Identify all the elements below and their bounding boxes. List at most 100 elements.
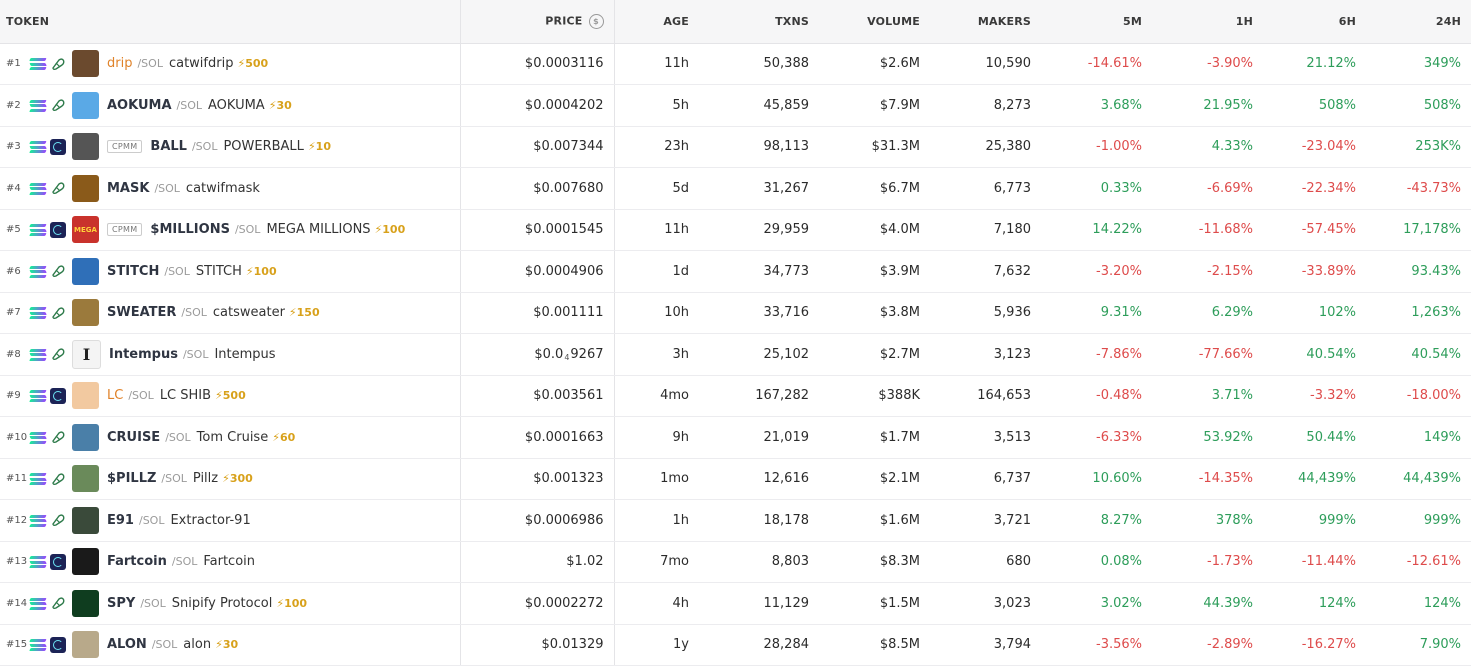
header-age[interactable]: AGE (614, 0, 699, 44)
header-volume[interactable]: VOLUME (819, 0, 930, 44)
price-value: $0.0006986 (524, 512, 604, 528)
pumpfun-dex-icon (50, 429, 66, 445)
change-5m-cell: 10.60% (1041, 458, 1152, 500)
rank-label: #12 (6, 514, 28, 526)
age-cell: 7mo (614, 541, 699, 583)
change-1h-cell: -77.66% (1152, 333, 1263, 376)
volume-cell: $2.1M (819, 458, 930, 500)
token-cell[interactable]: #2 AOKUMA/SOL AOKUMA 30 (0, 84, 461, 127)
token-symbol: $PILLZ (107, 471, 157, 487)
token-cell[interactable]: #3 CPMM BALL/SOL POWERBALL 10 (0, 126, 461, 168)
table-row[interactable]: #3 CPMM BALL/SOL POWERBALL 10 $0.007344 23h98,… (0, 126, 1471, 168)
table-row[interactable]: #9 LC/SOL LC SHIB500 $0.003561 4mo167,282$38… (0, 375, 1471, 417)
change-1h-cell: 378% (1152, 499, 1263, 542)
change-5m-cell: 3.68% (1041, 84, 1152, 127)
raydium-dex-icon (50, 221, 66, 238)
change-5m-cell: -1.00% (1041, 126, 1152, 168)
boost-badge: 100 (276, 597, 307, 610)
volume-cell: $2.7M (819, 333, 930, 376)
age-cell: 3h (614, 333, 699, 376)
rank-label: #14 (6, 597, 28, 609)
table-row[interactable]: #15 ALON/SOL alon30 $0.01329 1y28,284$8.5M3,… (0, 624, 1471, 666)
raydium-dex-icon (50, 387, 66, 404)
header-token[interactable]: TOKEN (0, 0, 461, 44)
quote-pair: /SOL (137, 57, 163, 71)
token-name: catwifmask (185, 180, 260, 196)
table-row[interactable]: #11 $PILLZ/SOL Pillz300 $0.001323 1mo12,616$… (0, 458, 1471, 500)
price-cell: $0.007680 (460, 167, 615, 210)
token-avatar: MEGA (72, 216, 99, 244)
volume-cell: $1.5M (819, 582, 930, 625)
boost-badge: 10 (308, 140, 331, 153)
makers-cell: 25,380 (930, 126, 1041, 168)
table-row[interactable]: #2 AOKUMA/SOL AOKUMA 30 $0.0004202 5h45,859$7… (0, 84, 1471, 127)
makers-cell: 164,653 (930, 375, 1041, 417)
header-24h[interactable]: 24H (1366, 0, 1471, 44)
token-name: LC SHIB (159, 388, 212, 404)
table-row[interactable]: #6 STITCH/SOL STITCH 100 $0.0004906 1d34,773$… (0, 250, 1471, 293)
currency-toggle-icon[interactable]: $ (588, 13, 604, 29)
header-1h[interactable]: 1H (1152, 0, 1263, 44)
makers-cell: 5,936 (930, 292, 1041, 334)
token-cell[interactable]: #15 ALON/SOL alon30 (0, 624, 461, 666)
token-cell[interactable]: #7 SWEATER/SOL catsweater 150 (0, 292, 461, 334)
txns-cell: 45,859 (699, 84, 819, 127)
token-avatar (72, 50, 99, 78)
price-cell: $0.003561 (460, 375, 615, 417)
change-6h-cell: 102% (1263, 292, 1366, 334)
token-avatar (72, 423, 99, 451)
pumpfun-dex-icon (50, 180, 66, 196)
token-cell[interactable]: #12 E91/SOL Extractor-91 (0, 499, 461, 542)
price-cell: $0.01329 (460, 624, 615, 666)
header-6h[interactable]: 6H (1263, 0, 1366, 44)
table-row[interactable]: #5 MEGA CPMM $MILLIONS/SOL MEGA MILLIONS 100 $… (0, 209, 1471, 251)
token-cell[interactable]: #6 STITCH/SOL STITCH 100 (0, 250, 461, 293)
token-cell[interactable]: #14 SPY/SOL Snipify Protocol100 (0, 582, 461, 625)
boost-badge: 30 (269, 99, 291, 112)
header-price[interactable]: PRICE $ (460, 0, 615, 44)
table-row[interactable]: #7 SWEATER/SOL catsweater 150 $0.001111 10h33… (0, 292, 1471, 334)
table-row[interactable]: #1 drip/SOL catwifdrip500 $0.0003116 11h50,3… (0, 43, 1471, 85)
makers-cell: 3,123 (930, 333, 1041, 376)
token-name: Tom Cruise (196, 429, 269, 445)
token-name: Extractor-91 (170, 512, 251, 528)
change-1h-cell: -3.90% (1152, 43, 1263, 85)
change-1h-cell: -6.69% (1152, 167, 1263, 210)
table-row[interactable]: #14 SPY/SOL Snipify Protocol100 $0.0002272 4… (0, 582, 1471, 625)
header-txns[interactable]: TXNS (699, 0, 819, 44)
table-row[interactable]: #12 E91/SOL Extractor-91 $0.0006986 1h 18,178… (0, 499, 1471, 542)
txns-cell: 50,388 (699, 43, 819, 85)
txns-cell: 21,019 (699, 416, 819, 459)
price-cell: $0.0002272 (460, 582, 615, 625)
header-5m[interactable]: 5M (1041, 0, 1152, 44)
volume-cell: $2.6M (819, 43, 930, 85)
token-cell[interactable]: #5 MEGA CPMM $MILLIONS/SOL MEGA MILLIONS 100 (0, 209, 461, 251)
change-5m-cell: 3.02% (1041, 582, 1152, 625)
change-24h-cell: -43.73% (1366, 167, 1471, 210)
table-row[interactable]: #13 Fartcoin/SOL Fartcoin $1.02 7mo 8,803 $8.3… (0, 541, 1471, 583)
table-row[interactable]: #4 MASK/SOL catwifmask $0.007680 5d 31,267 $6.… (0, 167, 1471, 210)
boost-badge: 500 (237, 57, 268, 70)
token-cell[interactable]: #8 I Intempus/SOL Intempus (0, 333, 461, 376)
makers-cell: 10,590 (930, 43, 1041, 85)
price-cell: $0.0004202 (460, 84, 615, 127)
header-makers[interactable]: MAKERS (930, 0, 1041, 44)
token-cell[interactable]: #13 Fartcoin/SOL Fartcoin (0, 541, 461, 583)
price-value: $0.001111 (533, 305, 604, 321)
price-cell: $0.0006986 (460, 499, 615, 542)
price-value: $0.0003116 (524, 56, 604, 72)
table-row[interactable]: #10 CRUISE/SOL Tom Cruise60 $0.0001663 9h21,… (0, 416, 1471, 459)
token-cell[interactable]: #1 drip/SOL catwifdrip500 (0, 43, 461, 85)
token-cell[interactable]: #11 $PILLZ/SOL Pillz300 (0, 458, 461, 500)
token-cell[interactable]: #9 LC/SOL LC SHIB500 (0, 375, 461, 417)
token-cell[interactable]: #4 MASK/SOL catwifmask (0, 167, 461, 210)
token-name: alon (183, 637, 212, 653)
raydium-dex-icon (50, 553, 66, 570)
token-symbol: $MILLIONS (150, 222, 230, 238)
table-row[interactable]: #8 I Intempus/SOL Intempus $0.049267 3h 25,102… (0, 333, 1471, 376)
makers-cell: 6,737 (930, 458, 1041, 500)
token-avatar (72, 133, 99, 161)
token-cell[interactable]: #10 CRUISE/SOL Tom Cruise60 (0, 416, 461, 459)
price-cell: $0.0001663 (460, 416, 615, 459)
boost-badge: 500 (215, 389, 246, 402)
